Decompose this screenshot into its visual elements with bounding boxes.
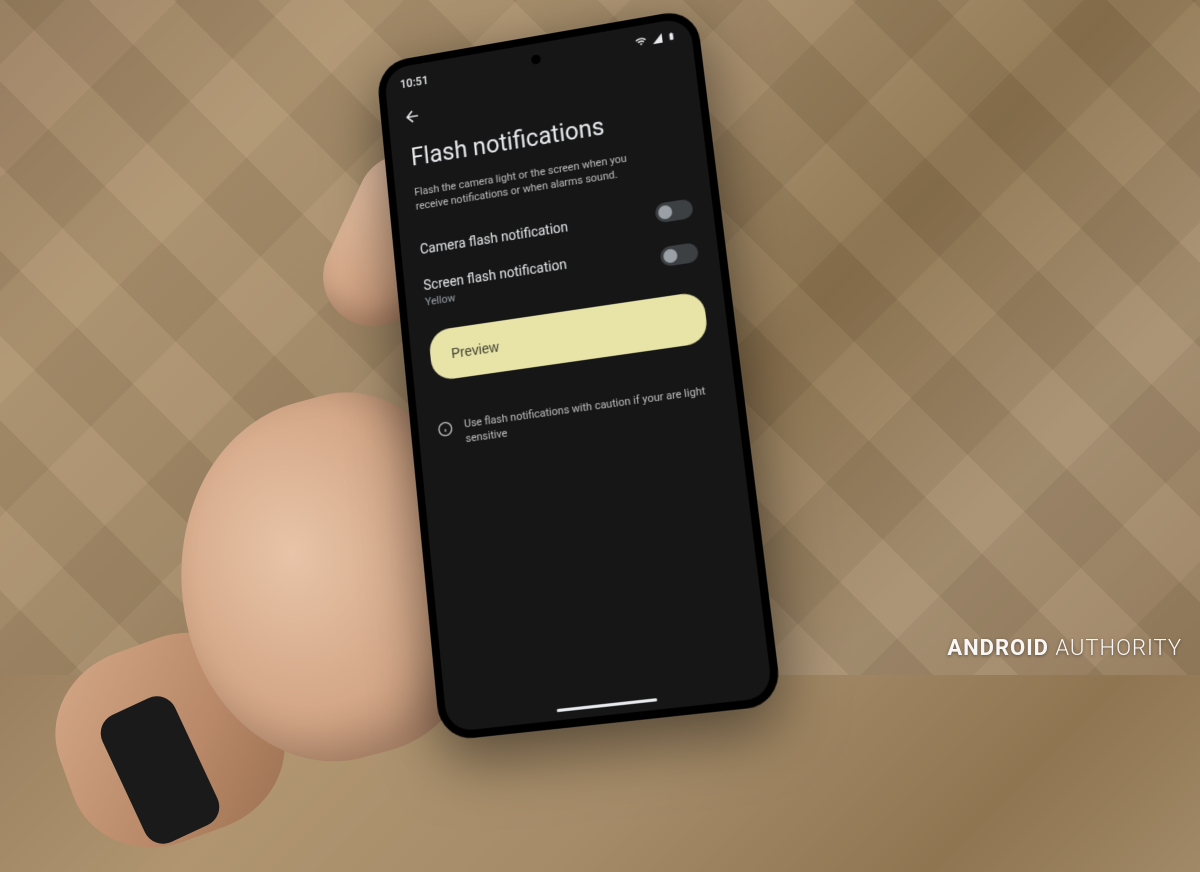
info-icon: [437, 420, 454, 438]
toggle-knob: [657, 204, 672, 220]
caution-notice: Use flash notifications with caution if …: [437, 382, 718, 450]
toggle-knob: [663, 248, 678, 264]
watermark-suffix: AUTHORITY: [1055, 636, 1182, 661]
back-button[interactable]: [400, 103, 424, 129]
camera-flash-toggle[interactable]: [654, 198, 694, 223]
wifi-icon: [633, 35, 648, 51]
battery-icon: [666, 29, 677, 46]
arrow-left-icon: [402, 106, 422, 128]
screen-flash-toggle[interactable]: [659, 242, 699, 267]
caution-text: Use flash notifications with caution if …: [463, 382, 717, 447]
status-time: 10:51: [399, 73, 428, 91]
watermark: ANDROID AUTHORITY: [947, 636, 1182, 661]
watermark-brand: ANDROID: [947, 636, 1049, 661]
signal-icon: [651, 32, 664, 48]
gesture-nav-bar[interactable]: [557, 698, 658, 712]
